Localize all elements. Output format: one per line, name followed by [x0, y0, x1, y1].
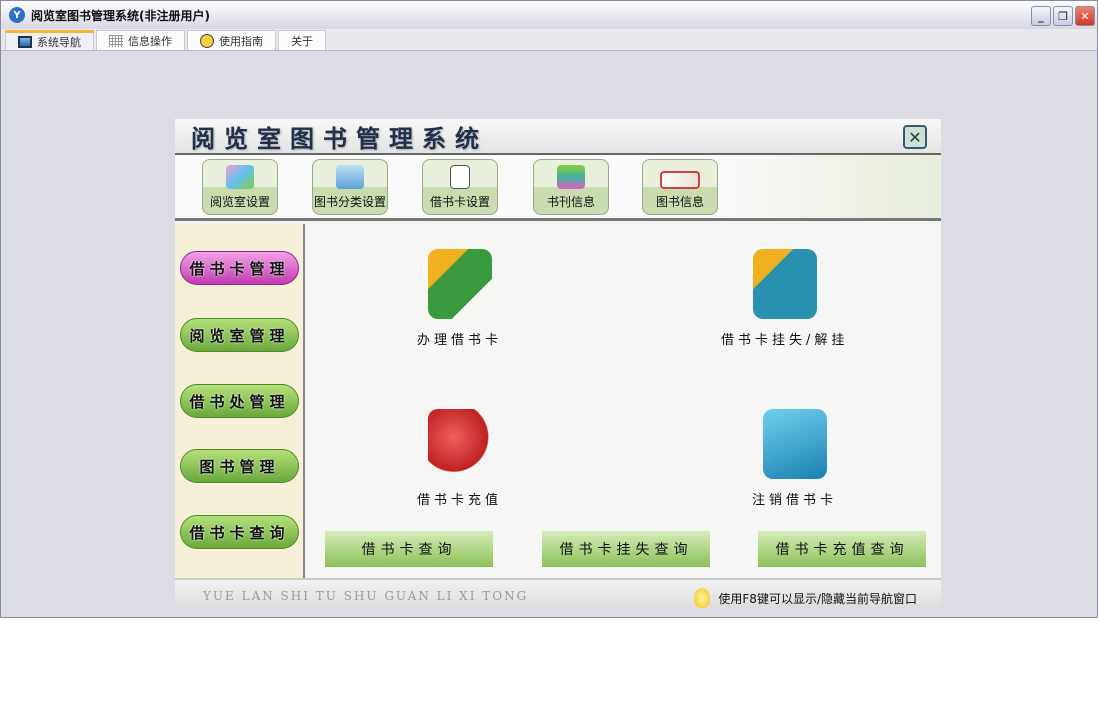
button-label: 图书分类设置 [313, 195, 386, 209]
button-label: 图书信息 [655, 195, 704, 209]
tab-label: 系统导航 [37, 35, 81, 49]
sidebar-item-card-management[interactable]: 借书卡管理 [180, 251, 299, 285]
recharge-query-button[interactable]: 借书卡充值查询 [758, 531, 926, 567]
panel-header: 阅览室图书管理系统 ✕ [175, 119, 941, 155]
toolbar: 阅览室设置 图书分类设置 借书卡设置 书刊信息 图书信息 [175, 155, 941, 221]
help-icon [200, 33, 214, 48]
sidebar-item-reading-room[interactable]: 阅览室管理 [180, 318, 299, 352]
recharge-card-action[interactable]: 借书卡充值 [417, 409, 502, 508]
navigation-panel: 阅览室图书管理系统 ✕ 阅览室设置 图书分类设置 借书卡设置 书刊信息 图书信息… [175, 119, 941, 609]
card-query-button[interactable]: 借书卡查询 [325, 531, 493, 567]
minimize-button[interactable]: _ [1031, 6, 1051, 26]
app-window: Y 阅览室图书管理系统(非注册用户) _ ❐ ✕ 系统导航 信息操作 使用指南 … [0, 0, 1098, 618]
envelope-icon [762, 409, 827, 479]
panel-footer: YUE LAN SHI TU SHU GUAN LI XI TONG 使用F8键… [175, 578, 941, 609]
open-book-icon [660, 171, 700, 189]
action-label: 注销借书卡 [752, 493, 838, 508]
sidebar: 借书卡管理 阅览室管理 借书处管理 图书管理 借书卡查询 [175, 224, 305, 578]
loss-query-button[interactable]: 借书卡挂失查询 [542, 531, 710, 567]
room-icon [226, 165, 254, 189]
folder-icon [336, 165, 364, 189]
grid-icon [109, 34, 123, 47]
app-logo-icon: Y [9, 7, 25, 23]
sidebar-item-book-management[interactable]: 图书管理 [180, 449, 299, 483]
title-bar: Y 阅览室图书管理系统(非注册用户) _ ❐ ✕ [1, 1, 1097, 29]
tab-label: 关于 [291, 34, 313, 48]
tab-label: 使用指南 [219, 34, 263, 48]
action-label: 借书卡挂失/解挂 [721, 333, 849, 348]
window-title: 阅览室图书管理系统(非注册用户) [31, 8, 210, 23]
tab-system-nav[interactable]: 系统导航 [5, 30, 94, 50]
periodical-info-button[interactable]: 书刊信息 [533, 159, 609, 215]
tab-about[interactable]: 关于 [278, 30, 326, 50]
main-content: 办理借书卡 借书卡挂失/解挂 借书卡充值 注销借书卡 借书卡查询 借书卡挂失查询… [307, 224, 941, 578]
tab-guide[interactable]: 使用指南 [187, 30, 276, 50]
books-icon [557, 165, 585, 189]
heart-icon [427, 409, 492, 479]
tab-label: 信息操作 [128, 34, 172, 48]
pencil-icon [427, 249, 492, 319]
sidebar-item-card-query[interactable]: 借书卡查询 [180, 515, 299, 549]
tab-info-ops[interactable]: 信息操作 [96, 30, 185, 50]
folder-download-icon [752, 249, 817, 319]
report-loss-action[interactable]: 借书卡挂失/解挂 [721, 249, 848, 348]
button-label: 书刊信息 [546, 195, 595, 209]
monitor-icon [18, 35, 32, 48]
card-settings-button[interactable]: 借书卡设置 [422, 159, 498, 215]
cancel-card-action[interactable]: 注销借书卡 [752, 409, 837, 508]
button-label: 借书卡设置 [429, 195, 490, 209]
reading-room-settings-button[interactable]: 阅览室设置 [202, 159, 278, 215]
button-label: 阅览室设置 [209, 195, 270, 209]
hint-text: 使用F8键可以显示/隐藏当前导航窗口 [718, 591, 917, 606]
category-settings-button[interactable]: 图书分类设置 [312, 159, 388, 215]
f8-hint: 使用F8键可以显示/隐藏当前导航窗口 [694, 588, 917, 608]
close-button[interactable]: ✕ [1075, 6, 1095, 26]
action-label: 借书卡充值 [417, 493, 503, 508]
panel-title: 阅览室图书管理系统 [191, 124, 488, 153]
pinyin-caption: YUE LAN SHI TU SHU GUAN LI XI TONG [203, 589, 529, 603]
tab-bar: 系统导航 信息操作 使用指南 关于 [1, 29, 1097, 51]
lightbulb-icon [694, 588, 711, 608]
edit-document-icon [450, 165, 470, 189]
action-label: 办理借书卡 [417, 333, 503, 348]
book-info-button[interactable]: 图书信息 [642, 159, 718, 215]
restore-button[interactable]: ❐ [1053, 6, 1073, 26]
issue-card-action[interactable]: 办理借书卡 [417, 249, 502, 348]
sidebar-item-lending-desk[interactable]: 借书处管理 [180, 384, 299, 418]
panel-close-button[interactable]: ✕ [903, 125, 927, 149]
